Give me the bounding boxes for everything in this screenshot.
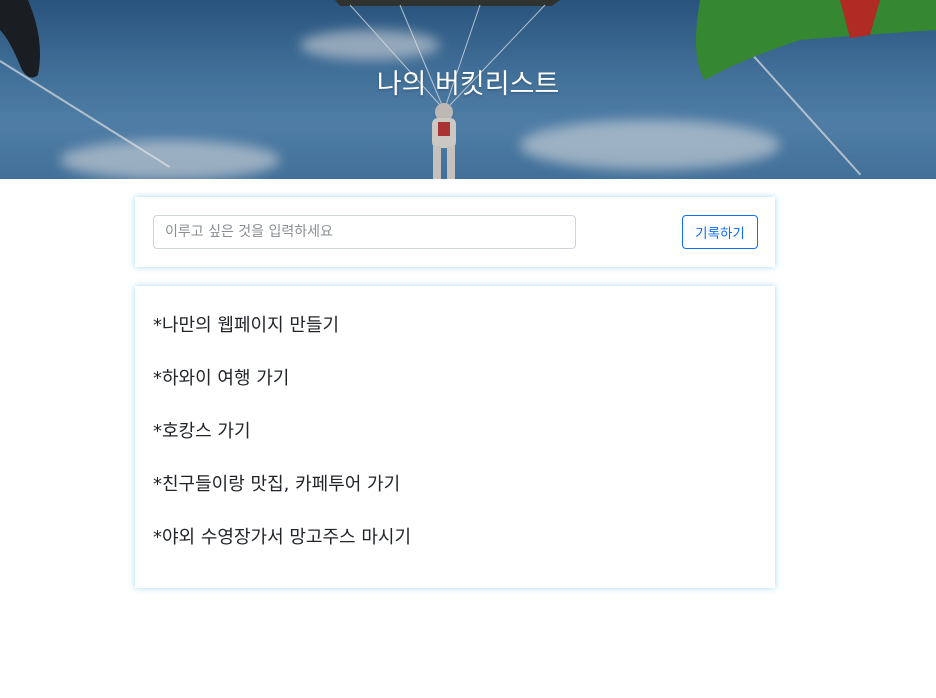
bucket-list: *나만의 웹페이지 만들기 *하와이 여행 가기 *호캉스 가기 *친구들이랑 … (153, 310, 757, 575)
list-item: *하와이 여행 가기 (153, 368, 290, 389)
goal-input[interactable] (153, 215, 576, 249)
hero-banner: 나의 버킷리스트 (0, 0, 936, 179)
list-item: *야외 수영장가서 망고주스 마시기 (153, 527, 412, 548)
input-card: 기록하기 (135, 197, 775, 267)
record-button[interactable]: 기록하기 (682, 215, 758, 249)
list-item: *나만의 웹페이지 만들기 (153, 315, 340, 336)
list-item: *친구들이랑 맛집, 카페투어 가기 (153, 474, 401, 495)
page-title: 나의 버킷리스트 (376, 69, 560, 100)
list-item: *호캉스 가기 (153, 421, 251, 442)
bucket-list-card: *나만의 웹페이지 만들기 *하와이 여행 가기 *호캉스 가기 *친구들이랑 … (135, 286, 775, 588)
